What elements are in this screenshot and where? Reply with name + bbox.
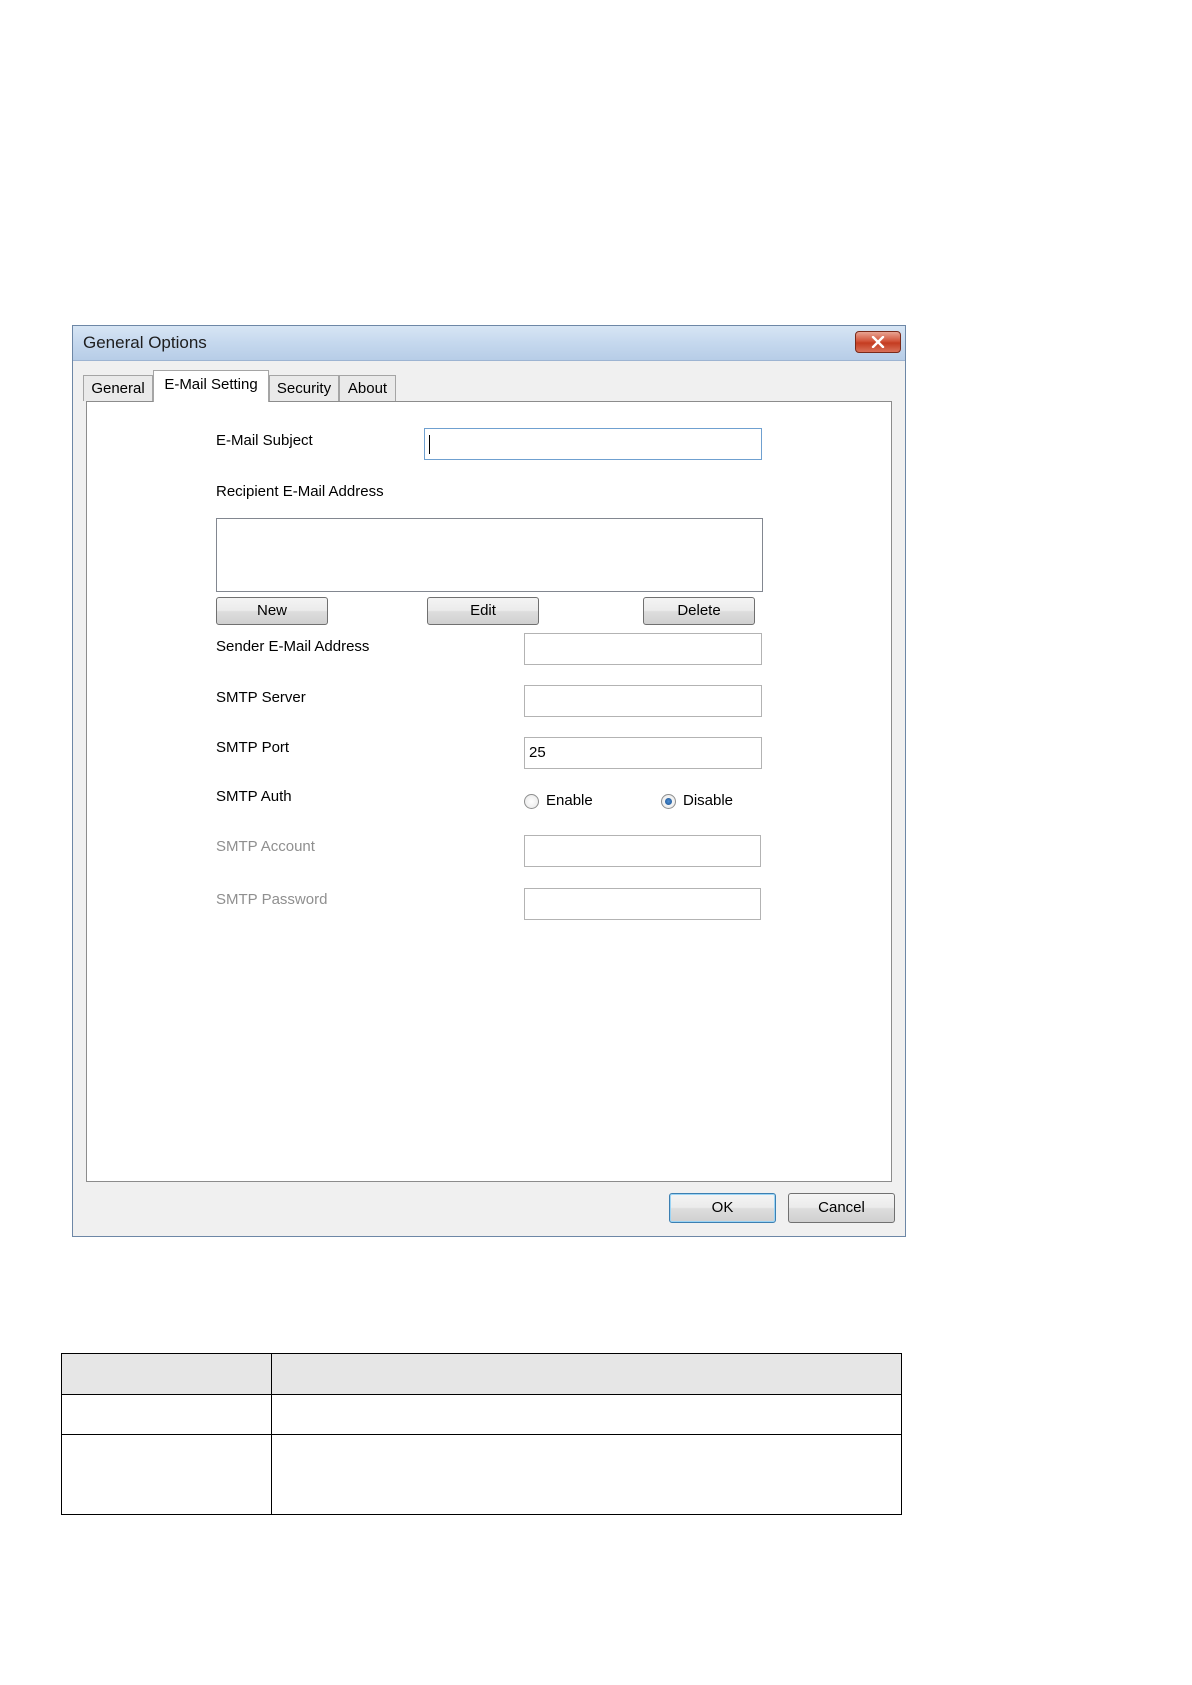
table-header-row <box>61 1353 902 1395</box>
text-caret <box>429 435 430 454</box>
recipient-list[interactable] <box>216 518 763 592</box>
description-table <box>61 1353 902 1515</box>
table-cell <box>61 1434 272 1515</box>
close-icon <box>871 336 885 348</box>
smtp-password-input[interactable] <box>524 888 761 920</box>
smtp-account-input[interactable] <box>524 835 761 867</box>
enable-radio-label[interactable]: Enable <box>546 792 593 809</box>
email-subject-label: E-Mail Subject <box>216 432 313 449</box>
smtp-auth-label: SMTP Auth <box>216 788 292 805</box>
smtp-password-label: SMTP Password <box>216 891 328 908</box>
sender-email-input[interactable] <box>524 633 762 665</box>
table-cell <box>61 1394 272 1435</box>
ok-button[interactable]: OK <box>669 1193 776 1223</box>
table-row <box>61 1434 902 1515</box>
recipient-label: Recipient E-Mail Address <box>216 483 384 500</box>
tab-about[interactable]: About <box>339 375 396 401</box>
cancel-button[interactable]: Cancel <box>788 1193 895 1223</box>
enable-radio[interactable] <box>524 794 539 809</box>
disable-radio-label[interactable]: Disable <box>683 792 733 809</box>
smtp-port-input[interactable]: 25 <box>524 737 762 769</box>
email-settings-panel: E-Mail Subject Recipient E-Mail Address … <box>86 401 892 1182</box>
table-cell <box>271 1434 902 1515</box>
smtp-server-input[interactable] <box>524 685 762 717</box>
table-header-cell <box>61 1353 272 1395</box>
close-button[interactable] <box>855 331 901 353</box>
smtp-account-label: SMTP Account <box>216 838 315 855</box>
delete-button[interactable]: Delete <box>643 597 755 625</box>
smtp-server-label: SMTP Server <box>216 689 306 706</box>
general-options-dialog: General Options General E-Mail Setting S… <box>72 325 906 1237</box>
disable-radio[interactable] <box>661 794 676 809</box>
table-cell <box>271 1394 902 1435</box>
title-bar[interactable]: General Options <box>73 326 905 361</box>
table-header-cell <box>271 1353 902 1395</box>
tab-security[interactable]: Security <box>269 375 339 401</box>
table-row <box>61 1394 902 1435</box>
smtp-port-label: SMTP Port <box>216 739 290 756</box>
email-subject-input[interactable] <box>424 428 762 460</box>
edit-button[interactable]: Edit <box>427 597 539 625</box>
tab-general[interactable]: General <box>83 375 153 401</box>
new-button[interactable]: New <box>216 597 328 625</box>
sender-email-label: Sender E-Mail Address <box>216 638 370 655</box>
tab-email-setting[interactable]: E-Mail Setting <box>153 370 269 402</box>
dialog-title: General Options <box>83 333 207 352</box>
